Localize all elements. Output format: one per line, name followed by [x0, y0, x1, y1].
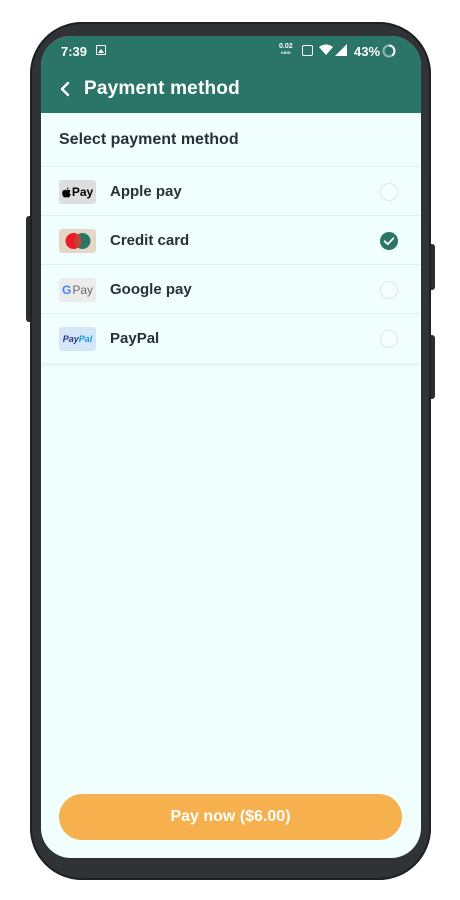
payment-option-google-pay[interactable]: G Pay Google pay [41, 265, 421, 314]
status-time: 7:39 [61, 44, 88, 59]
payment-option-label: Credit card [110, 232, 190, 249]
payment-option-credit-card[interactable]: Credit card [41, 216, 421, 265]
phone-screen: 7:39 0.02 KB/S 43% Payment method Select… [41, 36, 421, 858]
apple-pay-logo: Pay [59, 180, 96, 204]
radio-selected[interactable] [380, 232, 398, 250]
signal-icon [335, 44, 347, 56]
paypal-logo-text-pal: Pal [78, 334, 93, 344]
battery-icon [382, 44, 396, 58]
status-bar: 7:39 0.02 KB/S 43% [41, 36, 421, 66]
battery-percent: 43% [354, 44, 381, 59]
apple-pay-logo-text: Pay [71, 185, 94, 199]
mastercard-logo [59, 229, 96, 253]
mastercard-icon [65, 233, 90, 249]
radio-unselected[interactable] [380, 330, 398, 348]
wifi-icon [319, 44, 333, 55]
payment-option-paypal[interactable]: Pay Pal PayPal [41, 314, 421, 363]
network-speed-value: 0.02 [279, 43, 293, 50]
chevron-left-icon[interactable] [59, 81, 71, 97]
payment-method-list: Pay Apple pay Credit card G Pay Google p… [41, 166, 421, 363]
vibrate-icon [302, 45, 313, 56]
payment-option-label: Google pay [110, 281, 192, 298]
network-speed-unit: KB/S [281, 50, 291, 55]
radio-unselected[interactable] [380, 281, 398, 299]
check-icon [383, 237, 395, 246]
page-title: Payment method [84, 78, 240, 99]
image-icon [96, 45, 106, 55]
google-pay-logo: G Pay [59, 278, 96, 302]
payment-option-label: PayPal [110, 330, 160, 347]
network-speed: 0.02 KB/S [279, 43, 293, 55]
payment-option-apple-pay[interactable]: Pay Apple pay [41, 167, 421, 216]
pay-now-button[interactable]: Pay now ($6.00) [59, 794, 402, 840]
section-title: Select payment method [59, 131, 239, 148]
google-g-icon: G [61, 283, 72, 297]
paypal-logo-text-pay: Pay [62, 334, 79, 344]
paypal-logo: Pay Pal [59, 327, 96, 351]
payment-option-label: Apple pay [110, 183, 182, 200]
radio-unselected[interactable] [380, 183, 398, 201]
app-bar: 7:39 0.02 KB/S 43% Payment method [41, 36, 421, 113]
apple-icon [62, 187, 71, 197]
google-pay-logo-text: Pay [72, 283, 94, 297]
